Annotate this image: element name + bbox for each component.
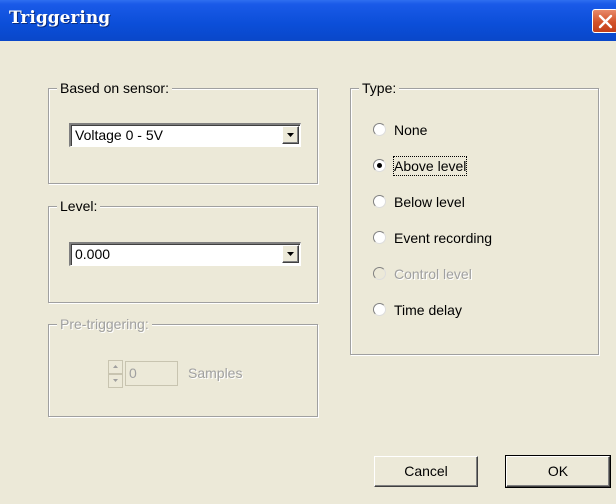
samples-spinner[interactable]: [108, 360, 123, 388]
radio-label: Event recording: [394, 230, 493, 246]
chevron-down-icon: [287, 133, 294, 137]
level-select-value: 0.000: [75, 246, 111, 262]
radio-label: Control level: [394, 266, 472, 282]
level-group: Level: 0.000: [48, 198, 318, 303]
spinner-down-button[interactable]: [108, 374, 123, 388]
type-group: Type: None Above level Below level Event…: [350, 80, 599, 355]
sensor-group-legend: Based on sensor:: [57, 80, 172, 96]
close-button[interactable]: [592, 9, 616, 33]
chevron-down-icon: [287, 252, 294, 256]
spin-up-icon: [113, 365, 118, 368]
radio-selected-dot: [377, 163, 382, 168]
spin-down-icon: [113, 379, 118, 382]
radio-button[interactable]: [373, 123, 386, 136]
radio-label: None: [394, 122, 428, 138]
sensor-group: Based on sensor: Voltage 0 - 5V: [48, 80, 318, 184]
dialog-body: Based on sensor: Voltage 0 - 5V Level: 0…: [0, 41, 616, 504]
radio-button: [373, 267, 386, 280]
sensor-select[interactable]: Voltage 0 - 5V: [69, 123, 301, 147]
samples-input-value: 0: [129, 365, 137, 381]
sensor-dropdown-button[interactable]: [282, 126, 299, 144]
type-group-legend: Type:: [359, 80, 400, 96]
level-group-legend: Level:: [57, 198, 101, 214]
pretrigger-group-legend: Pre-triggering:: [57, 316, 152, 332]
pretrigger-group: Pre-triggering: 0 Samples: [48, 316, 318, 417]
level-select[interactable]: 0.000: [69, 242, 301, 266]
radio-button[interactable]: [373, 159, 386, 172]
radio-button[interactable]: [373, 195, 386, 208]
radio-label: Above level: [392, 156, 468, 176]
samples-unit-label: Samples: [188, 365, 243, 381]
sensor-select-value: Voltage 0 - 5V: [75, 127, 163, 143]
ok-button[interactable]: OK: [505, 455, 611, 488]
samples-input[interactable]: 0: [125, 361, 178, 386]
radio-button[interactable]: [373, 303, 386, 316]
radio-label: Time delay: [394, 302, 462, 318]
window-title: Triggering: [9, 8, 111, 28]
cancel-button[interactable]: Cancel: [374, 456, 478, 487]
radio-label: Below level: [394, 194, 465, 210]
radio-button[interactable]: [373, 231, 386, 244]
spinner-up-button[interactable]: [108, 360, 123, 374]
title-bar: Triggering: [0, 0, 616, 41]
level-dropdown-button[interactable]: [282, 245, 299, 263]
close-icon: [598, 14, 613, 29]
